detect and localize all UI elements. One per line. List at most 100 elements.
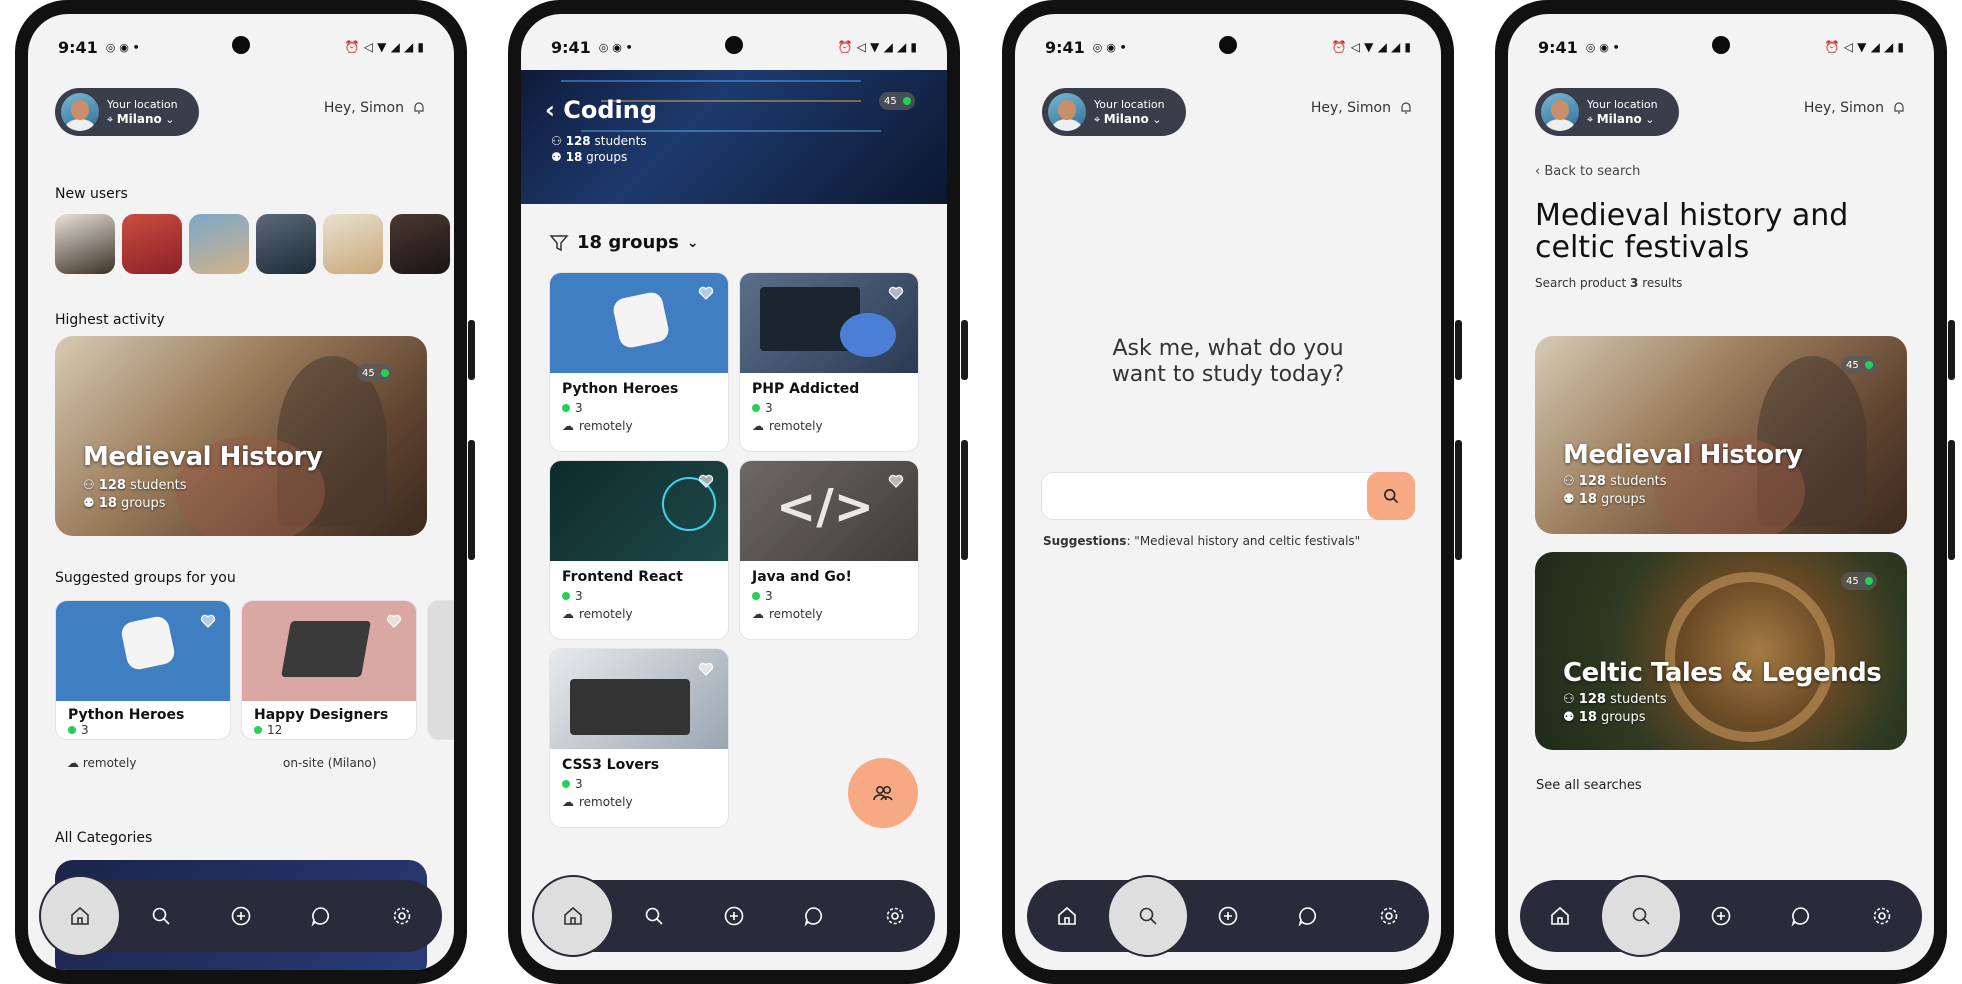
nav-home[interactable] <box>1536 892 1584 940</box>
nav-search[interactable] <box>630 892 678 940</box>
students-count: 128 <box>1578 474 1606 489</box>
filter-button[interactable]: 18 groups ⌄ <box>549 232 699 253</box>
location-selector[interactable]: Your location ⌖ Milano ⌄ <box>1535 88 1679 136</box>
location-text: Your location ⌖ Milano ⌄ <box>107 98 178 127</box>
result-groups: ⚉ 18 groups <box>1563 710 1646 725</box>
mode-text: remotely <box>82 756 137 770</box>
nav-add[interactable] <box>710 892 758 940</box>
result-card[interactable]: 45 Medieval History ⚇ 128 students ⚉ 18 … <box>1535 336 1907 534</box>
online-count-badge: 45 <box>1841 572 1877 590</box>
students-label: students <box>1610 474 1667 489</box>
nav-add[interactable] <box>1697 892 1745 940</box>
online-dot <box>752 592 760 600</box>
results-summary: Search product 3 results <box>1535 276 1682 290</box>
user-avatar[interactable] <box>256 214 316 274</box>
online-dot <box>562 404 570 412</box>
user-avatar[interactable] <box>390 214 450 274</box>
nav-home[interactable] <box>56 892 104 940</box>
user-avatar[interactable] <box>189 214 249 274</box>
phone-home: 9:41 ◎ ◉ • ⏰ ◁ ▼ ◢ ◢ ▮ Your location ⌖ M… <box>15 0 475 984</box>
see-all-searches-link[interactable]: See all searches <box>1536 778 1642 793</box>
back-and-title[interactable]: ‹ Coding <box>545 96 657 124</box>
group-card[interactable]: PHP Addicted 3 ☁ remotely <box>739 272 919 452</box>
users-icon <box>873 786 893 801</box>
group-title: Frontend React <box>562 569 683 585</box>
result-card[interactable]: 45 Celtic Tales & Legends ⚇ 128 students… <box>1535 552 1907 750</box>
nav-search[interactable] <box>137 892 185 940</box>
group-card[interactable]: </> Java and Go! 3 ☁ remotely <box>739 460 919 640</box>
group-card[interactable]: Python Heroes 3 <box>55 600 231 740</box>
group-card[interactable]: CSS3 Lovers 3 ☁ remotely <box>549 648 729 828</box>
screen-coding: 9:41 ◎ ◉ • ⏰ ◁ ▼ ◢ ◢ ▮ ‹ Coding ⚇ 128 st… <box>521 14 947 970</box>
nav-chat[interactable] <box>790 892 838 940</box>
nav-add[interactable] <box>1204 892 1252 940</box>
screen-results: 9:41 ◎ ◉ • ⏰ ◁ ▼ ◢ ◢ ▮ Your location ⌖ M… <box>1508 14 1934 970</box>
user-avatar[interactable] <box>122 214 182 274</box>
count-value: 12 <box>267 723 283 737</box>
code-line <box>581 130 881 132</box>
location-selector[interactable]: Your location ⌖ Milano ⌄ <box>1042 88 1186 136</box>
nav-settings[interactable] <box>871 892 919 940</box>
students-label: students <box>594 134 647 148</box>
heart-icon[interactable] <box>888 473 904 489</box>
heart-icon[interactable] <box>386 613 402 629</box>
search-icon <box>152 907 170 925</box>
nav-home[interactable] <box>1043 892 1091 940</box>
bottom-nav <box>533 880 935 952</box>
side-button <box>1948 320 1955 380</box>
online-count-badge: 45 <box>357 364 393 382</box>
online-count-badge: 45 <box>879 92 915 110</box>
greeting: Hey, Simon <box>1311 100 1413 116</box>
chat-icon <box>1791 907 1810 927</box>
heart-icon[interactable] <box>200 613 216 629</box>
home-icon <box>1551 906 1569 925</box>
nav-search[interactable] <box>1124 892 1172 940</box>
chevron-down-icon: ⌄ <box>686 234 699 251</box>
count-value: 3 <box>765 401 773 415</box>
back-label: Back to search <box>1544 164 1641 179</box>
status-notification-icons: ◎ ◉ • <box>598 40 633 54</box>
nav-settings[interactable] <box>1858 892 1906 940</box>
back-to-search-link[interactable]: ‹ Back to search <box>1535 164 1640 179</box>
pin-icon: ⌖ <box>1094 112 1101 126</box>
avatar <box>61 93 99 131</box>
group-card[interactable]: Frontend React 3 ☁ remotely <box>549 460 729 640</box>
group-card-partial[interactable] <box>427 600 454 740</box>
status-bar: 9:41 ◎ ◉ • ⏰ ◁ ▼ ◢ ◢ ▮ <box>1045 36 1411 58</box>
search-input[interactable] <box>1054 483 1358 511</box>
group-card[interactable]: Python Heroes 3 ☁ remotely <box>549 272 729 452</box>
create-group-fab[interactable] <box>848 758 918 828</box>
user-avatar[interactable] <box>55 214 115 274</box>
count-value: 3 <box>765 589 773 603</box>
bell-icon[interactable] <box>1892 101 1906 115</box>
search-prompt: Ask me, what do you want to study today? <box>1111 336 1345 387</box>
group-count: 12 <box>254 723 282 737</box>
bell-icon[interactable] <box>1399 101 1413 115</box>
search-button[interactable] <box>1367 472 1415 520</box>
online-dot <box>752 404 760 412</box>
heart-icon[interactable] <box>698 473 714 489</box>
nav-chat[interactable] <box>1777 892 1825 940</box>
heart-icon[interactable] <box>698 285 714 301</box>
side-button <box>1455 440 1462 560</box>
heart-icon[interactable] <box>888 285 904 301</box>
chevron-down-icon: ⌄ <box>1152 112 1162 126</box>
suggestion-link[interactable]: : "Medieval history and celtic festivals… <box>1126 534 1360 548</box>
nav-chat[interactable] <box>1284 892 1332 940</box>
nav-add[interactable] <box>217 892 265 940</box>
location-selector[interactable]: Your location ⌖ Milano ⌄ <box>55 88 199 136</box>
greeting-text: Hey, Simon <box>1310 100 1391 116</box>
heart-icon[interactable] <box>698 661 714 677</box>
nav-settings[interactable] <box>378 892 426 940</box>
bell-icon[interactable] <box>412 101 426 115</box>
nav-home[interactable] <box>549 892 597 940</box>
user-avatar[interactable] <box>323 214 383 274</box>
nav-settings[interactable] <box>1365 892 1413 940</box>
group-count: 3 <box>562 589 583 603</box>
nav-chat[interactable] <box>297 892 345 940</box>
highest-activity-card[interactable]: 45 Medieval History ⚇ 128 students ⚉ 18 … <box>55 336 427 536</box>
search-field[interactable] <box>1041 472 1415 520</box>
groups-label: groups <box>586 150 628 164</box>
group-card[interactable]: Happy Designers 12 <box>241 600 417 740</box>
nav-search[interactable] <box>1617 892 1665 940</box>
